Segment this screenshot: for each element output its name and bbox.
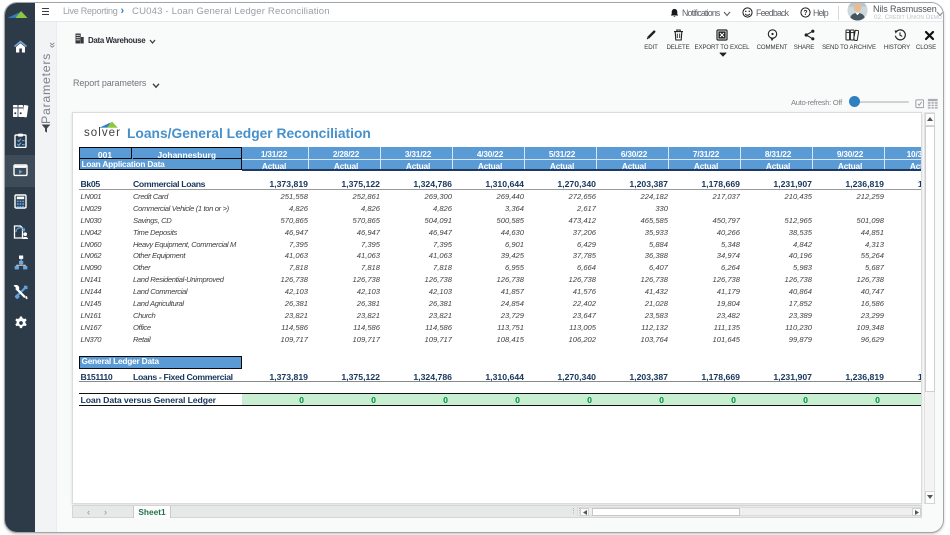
- svg-text:?: ?: [803, 10, 807, 17]
